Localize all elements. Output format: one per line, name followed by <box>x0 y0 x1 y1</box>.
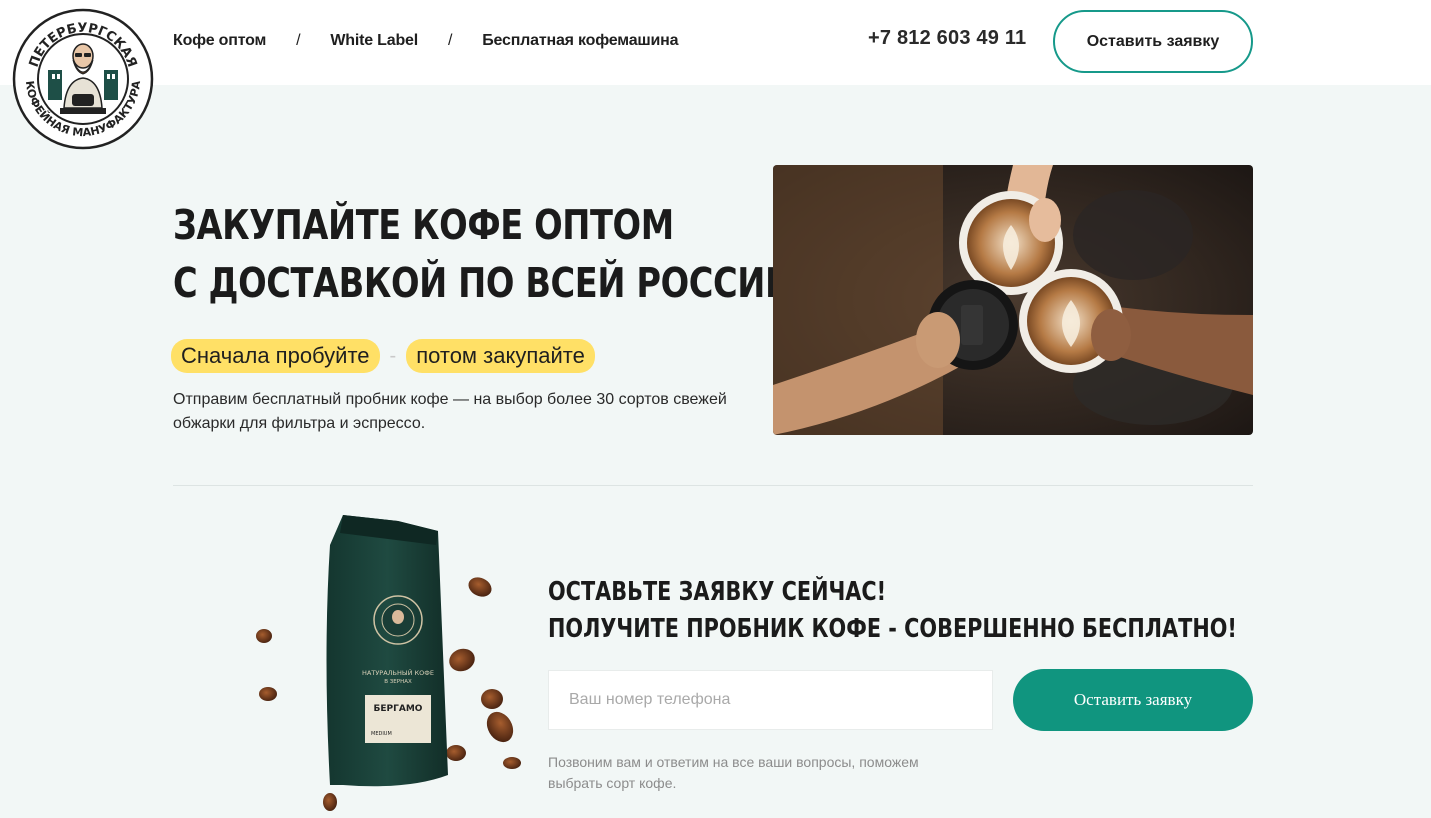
hero-coffee-photo <box>773 165 1253 435</box>
hero-title-line1: ЗАКУПАЙТЕ КОФЕ ОПТОМ <box>173 201 674 249</box>
nav-item-wholesale[interactable]: Кофе оптом <box>173 32 266 50</box>
hero-tags: Сначала пробуйте - потом закупайте <box>171 339 595 373</box>
hero-description: Отправим бесплатный пробник кофе — на вы… <box>173 391 727 432</box>
logo-emblem: ПЕТЕРБУРГСКАЯ КОФЕЙНАЯ МАНУФАКТУРА <box>12 8 154 150</box>
site-header: Кофе оптом / White Label / Бесплатная ко… <box>0 0 1431 85</box>
nav-separator: / <box>447 32 453 49</box>
header-request-button[interactable]: Оставить заявку <box>1053 10 1253 73</box>
bag-label-line2: В ЗЕРНАХ <box>384 679 412 685</box>
bag-roast: MEDIUM <box>371 731 392 737</box>
bag-label-line1: НАТУРАЛЬНЫЙ КОФЕ <box>362 668 434 677</box>
nav-separator: / <box>296 32 301 49</box>
form-title: ОСТАВЬТЕ ЗАЯВКУ СЕЙЧАС! ПОЛУЧИТЕ ПРОБНИК… <box>548 574 1237 648</box>
nav-item-white-label[interactable]: White Label <box>330 32 418 50</box>
form-note: Позвоним вам и ответим на все ваши вопро… <box>548 754 919 791</box>
hero-title: ЗАКУПАЙТЕ КОФЕ ОПТОМ С ДОСТАВКОЙ ПО ВСЕЙ… <box>173 196 793 312</box>
main-nav: Кофе оптом / White Label / Бесплатная ко… <box>173 32 679 50</box>
form-title-line2: ПОЛУЧИТЕ ПРОБНИК КОФЕ - СОВЕРШЕННО БЕСПЛ… <box>548 614 1237 644</box>
form-title-line1: ОСТАВЬТЕ ЗАЯВКУ СЕЙЧАС! <box>548 577 887 607</box>
phone-link[interactable]: +7 812 603 49 11 <box>868 27 1026 50</box>
phone-input[interactable] <box>548 670 993 730</box>
nav-item-free-machine[interactable]: Бесплатная кофемашина <box>482 32 678 50</box>
bag-name: БЕРГАМО <box>374 704 423 714</box>
coffee-bag-image: НАТУРАЛЬНЫЙ КОФЕ В ЗЕРНАХ БЕРГАМО MEDIUM <box>256 515 521 811</box>
tag-dash: - <box>389 344 397 367</box>
tag-buy-later: потом закупайте <box>406 339 595 373</box>
coffee-bag-illustration: НАТУРАЛЬНЫЙ КОФЕ В ЗЕРНАХ БЕРГАМО MEDIUM <box>248 505 538 818</box>
submit-request-button[interactable]: Оставить заявку <box>1013 669 1253 731</box>
logo[interactable]: ПЕТЕРБУРГСКАЯ КОФЕЙНАЯ МАНУФАКТУРА <box>12 8 154 150</box>
tag-try-first: Сначала пробуйте <box>171 339 380 373</box>
coffee-cheers-image <box>773 165 1253 435</box>
section-divider <box>173 485 1253 486</box>
hero-title-line2: С ДОСТАВКОЙ ПО ВСЕЙ РОССИИ <box>173 259 793 307</box>
